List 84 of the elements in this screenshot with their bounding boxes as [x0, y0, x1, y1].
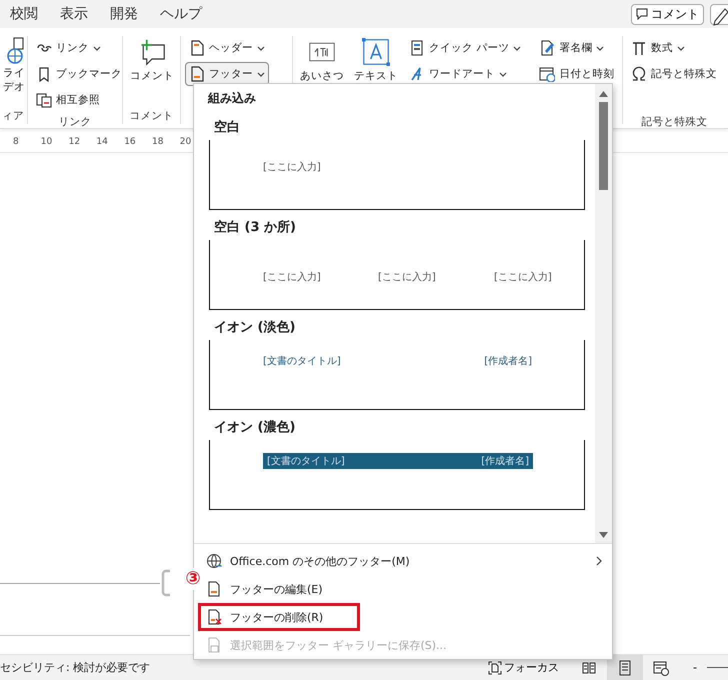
zoom-out-button[interactable]: -: [685, 661, 705, 674]
ribbon-tab[interactable]: 校閲: [10, 5, 50, 23]
ribbon-button[interactable]: クイック パーツ: [405, 36, 526, 60]
page-icon: [189, 66, 205, 82]
accessibility-status: セシビリティ: 検討が必要です: [0, 660, 152, 675]
ruler-number: 12: [68, 137, 82, 147]
ribbon-button[interactable]: ライデオ: [2, 36, 28, 95]
ribbon-tab[interactable]: 開発: [110, 5, 150, 23]
scroll-down-icon: [598, 531, 609, 539]
read-mode-icon: [581, 660, 597, 676]
ribbon-tab[interactable]: 表示: [60, 5, 100, 23]
chevron-icon: [499, 70, 507, 78]
ribbon-tab[interactable]: ヘルプ: [160, 5, 214, 23]
comment-icon: [636, 8, 648, 20]
edit-button[interactable]: [710, 4, 728, 24]
pi-icon: [631, 40, 647, 56]
page-icon: [189, 40, 205, 56]
scrollbar[interactable]: [595, 84, 612, 543]
group-label: 記号と特殊文: [640, 115, 708, 130]
globe-icon: [206, 553, 222, 569]
footer-page-icon: [206, 581, 222, 597]
gallery-heading: 空白: [213, 118, 241, 137]
footer-delete-icon: [206, 609, 222, 625]
ruler-number: 10: [40, 137, 54, 147]
placeholder-text: [ここに入力]: [263, 160, 321, 174]
focus-icon: [488, 660, 502, 674]
menu-item[interactable]: Office.com のその他のフッター(M): [204, 547, 612, 575]
section-heading: 組み込み: [208, 90, 257, 107]
group-label: コメント: [128, 109, 174, 124]
placeholder-text: [ここに入力]: [494, 270, 552, 284]
placeholder-text: [文書のタイトル]: [263, 354, 341, 368]
menu-item[interactable]: フッターの編集(E): [204, 575, 612, 603]
bracket-icon: [160, 569, 172, 597]
chevron-icon: [513, 44, 522, 52]
gallery-heading: イオン (淡色): [213, 319, 296, 337]
footer-preview[interactable]: [文書のタイトル] [作成者名]: [209, 340, 585, 410]
globe-icon: [6, 37, 24, 64]
scroll-up-icon: [598, 90, 609, 98]
menu-item[interactable]: フッターの削除(R): [204, 603, 612, 631]
ribbon-button[interactable]: ワードアート: [405, 62, 526, 86]
placeholder-text: [ここに入力]: [263, 270, 321, 284]
parts-icon: [409, 40, 425, 56]
web-layout-icon: [653, 660, 669, 676]
focus-button[interactable]: フォーカス: [484, 656, 563, 678]
footer-preview[interactable]: [ここに入力] [ここに入力] [ここに入力]: [209, 240, 585, 310]
ribbon-button[interactable]: 署名欄: [535, 36, 618, 60]
ribbon-button[interactable]: コメント: [127, 36, 177, 85]
chevron-icon: [257, 44, 265, 52]
scroll-thumb[interactable]: [599, 102, 608, 190]
chevron-icon: [596, 44, 604, 52]
ribbon-button[interactable]: 日付と時刻: [535, 62, 618, 86]
placeholder-text: [ここに入力]: [378, 270, 436, 284]
footer-preview[interactable]: [文書のタイトル] [作成者名]: [209, 440, 585, 510]
signature-icon: [539, 40, 556, 56]
footer-save-icon: [206, 637, 222, 653]
ribbon-button[interactable]: ヘッダー: [185, 36, 269, 60]
ruler-number: 8: [13, 137, 20, 147]
group-label: ィア: [2, 109, 23, 124]
print-layout-icon: [617, 660, 633, 676]
ribbon-button[interactable]: ブックマーク: [32, 62, 126, 86]
placeholder-text: [作成者名]: [481, 454, 529, 468]
gallery-heading: 空白 (3 か所): [213, 218, 297, 237]
ribbon-button[interactable]: テキスト: [351, 36, 401, 85]
ribbon-button[interactable]: リンク: [32, 36, 126, 60]
cross-reference-icon: [36, 92, 52, 108]
placeholder-text: [作成者名]: [484, 354, 532, 368]
chevron-icon: [257, 70, 265, 78]
comment-button[interactable]: コメント: [631, 4, 704, 24]
chevron-icon: [677, 44, 685, 52]
text-box-icon: [360, 38, 392, 66]
ruler-number: 18: [152, 137, 164, 147]
ribbon-button[interactable]: 記号と特殊文: [627, 62, 721, 86]
ribbon-button[interactable]: 相互参照: [32, 88, 126, 112]
group-label: リンク: [58, 115, 92, 130]
gallery-heading: イオン (濃色): [213, 419, 296, 437]
footer-preview[interactable]: [ここに入力]: [209, 140, 585, 210]
ruler-number: 14: [96, 137, 109, 147]
ruler-number: 16: [124, 137, 137, 147]
placeholder-text: [文書のタイトル]: [267, 454, 345, 468]
chevron-icon: [93, 44, 101, 52]
view-button[interactable]: [607, 655, 643, 680]
omega-icon: [631, 66, 647, 82]
ribbon-button[interactable]: 数式: [627, 36, 721, 60]
ruler-number: 20: [180, 137, 192, 147]
